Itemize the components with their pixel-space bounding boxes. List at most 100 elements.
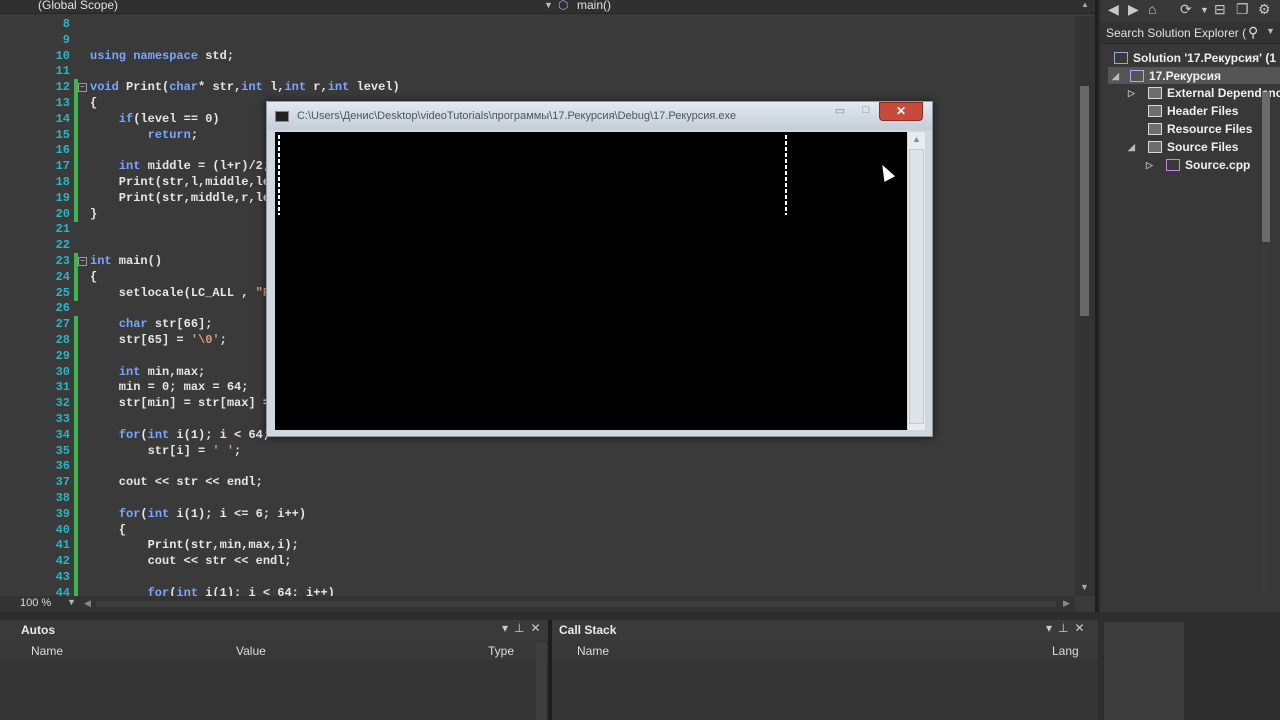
copy-icon[interactable]: ❐ <box>1236 1 1249 18</box>
code-text[interactable]: for(int i(1); i <= 6; i++) <box>90 506 306 522</box>
code-text[interactable]: { <box>90 269 97 285</box>
code-text[interactable]: using namespace std; <box>90 48 234 64</box>
code-text[interactable]: Print(str,min,max,i); <box>90 537 299 553</box>
console-scrollbar[interactable]: ▲ <box>908 132 925 430</box>
solution-explorer-scrollbar[interactable] <box>1262 92 1270 592</box>
expanded-arrow-icon[interactable]: ◢ <box>1128 138 1135 156</box>
tree-item[interactable]: Solution '17.Рекурсия' (1 p <box>1100 49 1280 67</box>
back-icon[interactable]: ◀ <box>1108 1 1119 18</box>
editor-vertical-scrollbar[interactable]: ▼ <box>1075 16 1095 596</box>
code-text[interactable]: str[i] = ' '; <box>90 443 242 459</box>
tree-item[interactable]: ▷ Source.cpp <box>1100 156 1280 174</box>
code-text[interactable]: { <box>90 95 97 111</box>
code-text[interactable]: cout << str << endl; <box>90 474 263 490</box>
tree-item[interactable]: ▷ External Dependenc <box>1100 84 1280 102</box>
code-text[interactable]: for(int i(1); i < 64; i++) <box>90 585 335 596</box>
code-text[interactable]: setlocale(LC_ALL , "R <box>90 285 270 301</box>
code-line[interactable]: 35 str[i] = ' '; <box>0 442 1075 459</box>
chevron-down-icon[interactable]: ▼ <box>544 0 553 10</box>
sync-icon[interactable]: ⟳ <box>1180 1 1192 18</box>
column-header-type[interactable]: Type <box>488 644 514 658</box>
scrollbar-thumb[interactable] <box>909 149 924 424</box>
code-line[interactable]: 44 for(int i(1); i < 64; i++) <box>0 584 1075 596</box>
close-button[interactable]: ✕ <box>879 102 923 121</box>
autos-list[interactable] <box>0 660 548 720</box>
code-text[interactable]: if(level == 0) <box>90 111 220 127</box>
call-stack-list[interactable] <box>552 660 1098 720</box>
member-dropdown[interactable]: main() <box>577 0 611 12</box>
pin-icon[interactable]: ⊥ <box>514 621 530 635</box>
code-text[interactable]: str[min] = str[max] = <box>90 395 270 411</box>
tree-item[interactable]: ◢ Source Files <box>1100 138 1280 156</box>
code-text[interactable]: int middle = (l+r)/2; <box>90 158 270 174</box>
collapsed-arrow-icon[interactable]: ▷ <box>1146 156 1153 174</box>
code-line[interactable]: 12− void Print(char* str,int l,int r,int … <box>0 79 1075 96</box>
code-line[interactable]: 39 for(int i(1); i <= 6; i++) <box>0 505 1075 522</box>
column-header-name[interactable]: Name <box>31 644 63 658</box>
panel-controls[interactable]: ▾⊥✕ <box>1046 621 1091 635</box>
column-header-lang[interactable]: Lang <box>1052 644 1079 658</box>
dropdown-icon[interactable]: ▾ <box>502 621 514 635</box>
chevron-down-icon[interactable]: ▼ <box>67 597 76 607</box>
search-input[interactable]: Search Solution Explorer ( <box>1106 26 1246 40</box>
collapse-icon[interactable]: ⊟ <box>1214 1 1226 18</box>
code-line[interactable]: 9 <box>0 32 1075 48</box>
forward-icon[interactable]: ▶ <box>1128 1 1139 18</box>
expanded-arrow-icon[interactable]: ◢ <box>1112 67 1119 85</box>
tree-item[interactable]: Header Files <box>1100 102 1280 120</box>
horizontal-scrollbar[interactable] <box>96 601 1056 607</box>
properties-icon[interactable]: ⚙ <box>1258 1 1271 18</box>
code-text[interactable]: cout << str << endl; <box>90 553 292 569</box>
scroll-up-icon[interactable]: ▲ <box>912 134 921 144</box>
code-text[interactable]: char str[66]; <box>90 316 213 332</box>
console-output[interactable] <box>275 132 907 430</box>
code-text[interactable]: for(int i(1); i < 64; <box>90 427 270 443</box>
code-text[interactable]: } <box>90 206 97 222</box>
pin-icon[interactable]: ⊥ <box>1058 621 1074 635</box>
code-line[interactable]: 10 using namespace std; <box>0 48 1075 64</box>
code-text[interactable]: void Print(char* str,int l,int r,int lev… <box>90 79 400 95</box>
code-line[interactable]: 42 cout << str << endl; <box>0 553 1075 570</box>
collapsed-arrow-icon[interactable]: ▷ <box>1128 84 1135 102</box>
close-icon[interactable]: ✕ <box>1074 621 1090 635</box>
code-line[interactable]: 37 cout << str << endl; <box>0 474 1075 491</box>
search-box[interactable]: Search Solution Explorer ( ⚲ ▼ <box>1100 22 1280 44</box>
scrollbar-thumb[interactable] <box>1080 86 1089 316</box>
scroll-left-icon[interactable]: ◀ <box>84 598 91 609</box>
code-line[interactable]: 41 Print(str,min,max,i); <box>0 537 1075 554</box>
code-line[interactable]: 11 <box>0 63 1075 79</box>
code-line[interactable]: 38 <box>0 490 1075 506</box>
scope-dropdown[interactable]: (Global Scope) <box>38 0 118 12</box>
console-window[interactable]: C:\Users\Денис\Desktop\videoTutorials\пр… <box>266 101 933 437</box>
tree-item[interactable]: Resource Files <box>1100 120 1280 138</box>
chevron-down-icon[interactable]: ▼ <box>1200 5 1209 15</box>
code-text[interactable]: Print(str,middle,r,le <box>90 190 270 206</box>
close-icon[interactable]: ✕ <box>530 621 546 635</box>
code-text[interactable]: min = 0; max = 64; <box>90 379 249 395</box>
scrollbar-thumb[interactable] <box>1262 92 1270 242</box>
panel-splitter[interactable] <box>0 612 1098 620</box>
tree-item[interactable]: ◢ 17.Рекурсия <box>1100 67 1280 85</box>
code-line[interactable]: 36 <box>0 458 1075 475</box>
zoom-level[interactable]: 100 % <box>20 597 51 609</box>
dropdown-icon[interactable]: ▾ <box>1046 621 1058 635</box>
code-text[interactable]: int min,max; <box>90 364 205 380</box>
panel-scrollbar[interactable] <box>536 642 546 720</box>
column-header-value[interactable]: Value <box>236 644 266 658</box>
fold-toggle-icon[interactable]: − <box>78 83 87 93</box>
code-line[interactable]: 8 <box>0 16 1075 32</box>
search-icon[interactable]: ⚲ <box>1248 24 1258 41</box>
scroll-right-icon[interactable]: ▶ <box>1063 598 1070 609</box>
scroll-down-icon[interactable]: ▼ <box>1080 582 1089 592</box>
code-line[interactable]: 43 <box>0 569 1075 585</box>
code-text[interactable]: { <box>90 522 126 538</box>
maximize-button[interactable]: □ <box>853 104 879 121</box>
code-text[interactable]: int main() <box>90 253 162 269</box>
scroll-up-icon[interactable]: ▲ <box>1081 0 1089 9</box>
minimize-button[interactable]: ▭ <box>827 104 853 121</box>
panel-controls[interactable]: ▾⊥✕ <box>502 621 547 635</box>
code-text[interactable]: Print(str,l,middle,le <box>90 174 270 190</box>
code-text[interactable]: return; <box>90 127 198 143</box>
column-header-name[interactable]: Name <box>577 644 609 658</box>
fold-toggle-icon[interactable]: − <box>78 257 87 266</box>
